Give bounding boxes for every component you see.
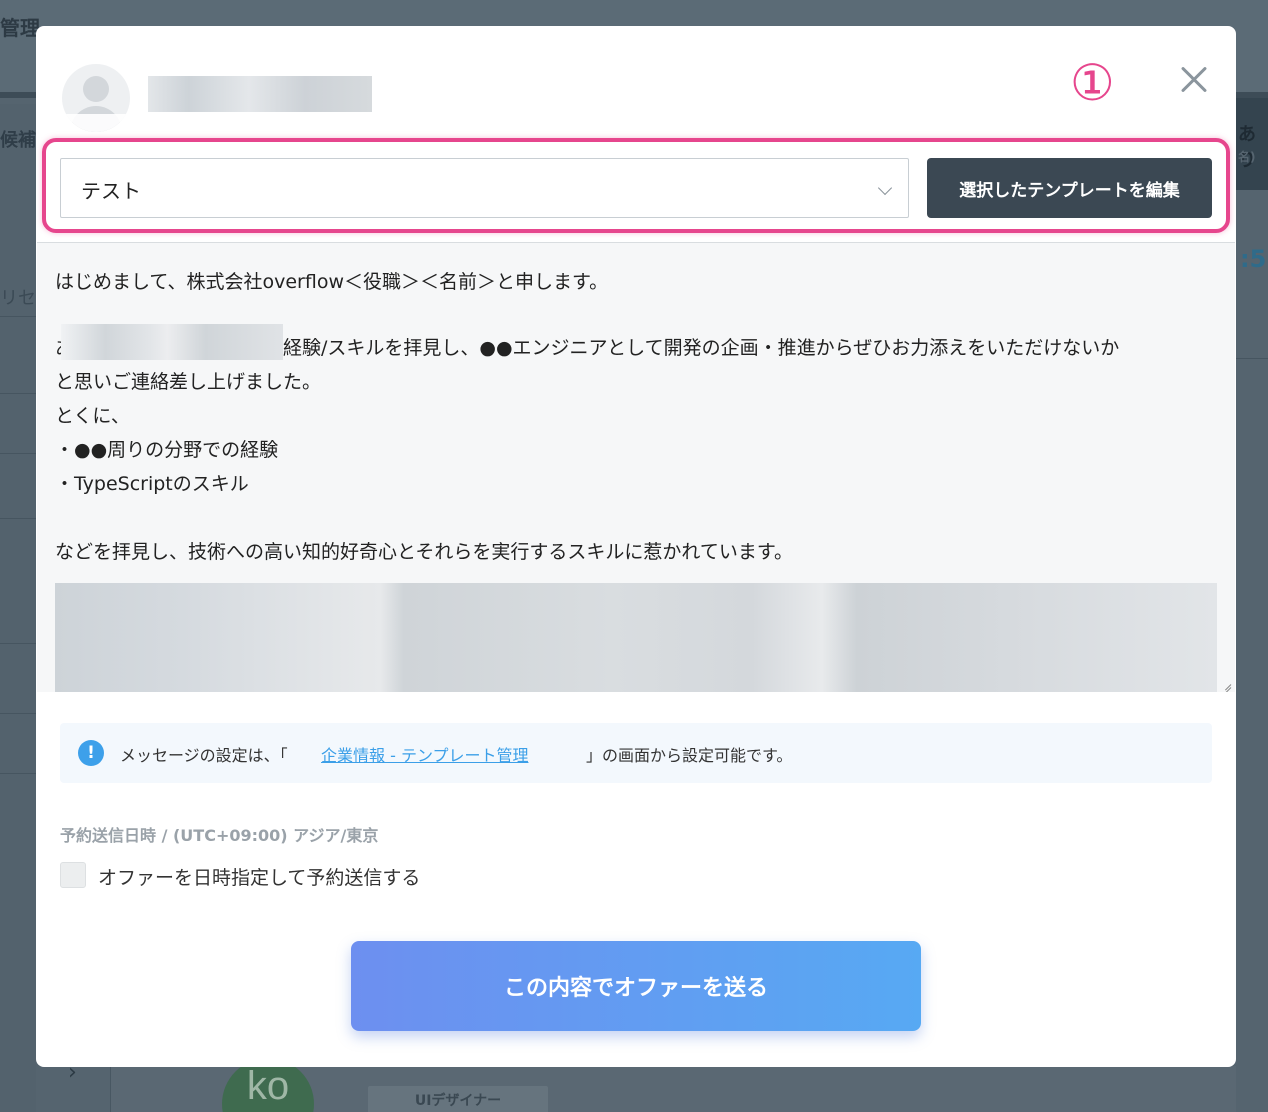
info-banner: ! メッセージの設定は、「 企業情報 - テンプレート管理 」の画面から設定可能… bbox=[60, 723, 1212, 783]
info-text-suffix: 」の画面から設定可能です。 bbox=[586, 746, 793, 765]
background-tag: UIデザイナー bbox=[368, 1086, 548, 1112]
message-redacted bbox=[55, 583, 1217, 692]
info-text-prefix: メッセージの設定は、「 bbox=[120, 746, 288, 765]
schedule-checkbox[interactable] bbox=[60, 862, 86, 888]
background-divider bbox=[0, 316, 36, 317]
user-avatar-icon bbox=[62, 64, 130, 132]
info-icon: ! bbox=[78, 740, 104, 766]
background-right-count: :5 bbox=[1240, 245, 1267, 273]
message-line: ・●●周りの分野での経験 bbox=[55, 439, 279, 461]
offer-modal: ① テスト 選択したテンプレートを編集 はじめまして、株式会社overflow＜… bbox=[36, 26, 1236, 1067]
message-line: 経験/スキルを拝見し、●●エンジニアとして開発の企画・推進からぜひお力添えをいた… bbox=[283, 337, 1120, 359]
annotation-number: ① bbox=[1070, 54, 1115, 112]
message-line: などを拝見し、技術への高い知的好奇心とそれらを実行するスキルに惹かれています。 bbox=[55, 541, 793, 563]
template-settings-link[interactable]: 企業情報 - テンプレート管理 bbox=[321, 742, 528, 766]
template-select-value: テスト bbox=[81, 179, 141, 203]
background-divider bbox=[0, 643, 36, 644]
schedule-label: 予約送信日時 / (UTC+09:00) アジア/東京 bbox=[60, 826, 379, 845]
message-line: はじめまして、株式会社overflow＜役職＞＜名前＞と申します。 bbox=[55, 271, 609, 293]
background-title: 管理 bbox=[0, 16, 40, 40]
background-sidebar bbox=[0, 104, 36, 1112]
close-icon[interactable] bbox=[1176, 62, 1212, 98]
send-offer-button[interactable]: この内容でオファーを送る bbox=[351, 941, 921, 1031]
message-line: と思いご連絡差し上げました。 bbox=[55, 371, 322, 393]
edit-template-button[interactable]: 選択したテンプレートを編集 bbox=[927, 158, 1212, 218]
chevron-down-icon bbox=[877, 180, 893, 196]
avatar-head bbox=[83, 76, 109, 102]
background-divider bbox=[0, 393, 36, 394]
resize-handle-icon[interactable] bbox=[1219, 676, 1231, 688]
avatar-fade bbox=[62, 114, 130, 132]
background-side-label: リセ bbox=[0, 288, 36, 309]
background-divider bbox=[0, 453, 36, 454]
message-textarea[interactable]: はじめまして、株式会社overflow＜役職＞＜名前＞と申します。 あ 経験/ス… bbox=[37, 242, 1235, 692]
background-divider bbox=[1236, 358, 1268, 359]
message-line: とくに、 bbox=[55, 405, 130, 427]
schedule-checkbox-label[interactable]: オファーを日時指定して予約送信する bbox=[98, 863, 420, 890]
candidate-name-redacted bbox=[148, 76, 372, 112]
background-right-label: 名) bbox=[1238, 150, 1256, 164]
message-line: ・TypeScriptのスキル bbox=[55, 473, 249, 495]
message-redacted bbox=[61, 324, 283, 360]
template-select[interactable]: テスト bbox=[60, 158, 909, 218]
background-divider bbox=[0, 713, 36, 714]
background-divider bbox=[0, 518, 36, 519]
background-divider bbox=[0, 773, 36, 774]
